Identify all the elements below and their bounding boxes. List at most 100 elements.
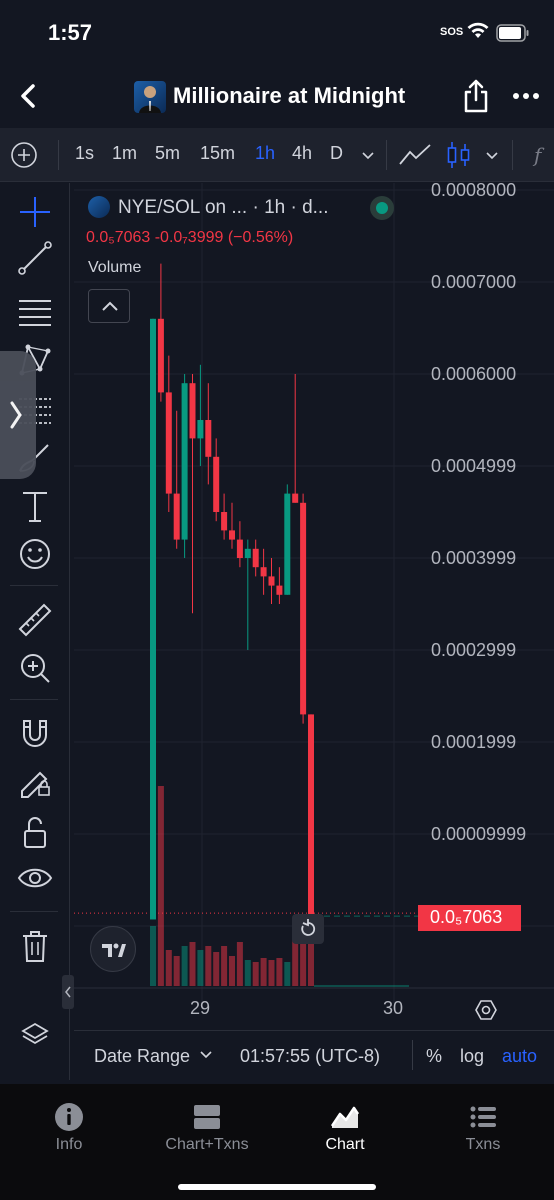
candle-body[interactable] — [308, 714, 314, 920]
tab-chart-txns[interactable]: Chart+Txns — [138, 1084, 276, 1164]
candle-body[interactable] — [173, 493, 180, 540]
ruler-icon[interactable] — [14, 599, 56, 641]
candle-body[interactable] — [260, 567, 267, 577]
candle-body[interactable] — [165, 392, 172, 494]
timeframe-1s[interactable]: 1s — [75, 143, 94, 164]
tradingview-logo[interactable] — [90, 926, 136, 972]
chevron-left-icon[interactable] — [14, 80, 44, 112]
chevron-left-icon — [65, 986, 71, 998]
volume-bar — [252, 962, 259, 986]
volume-bar — [197, 950, 204, 986]
unlock-icon[interactable] — [14, 811, 56, 853]
timeframe-1h[interactable]: 1h — [255, 143, 275, 164]
candle-body[interactable] — [284, 493, 291, 595]
toolbar-divider — [10, 911, 58, 912]
candle-body[interactable] — [244, 548, 251, 558]
ellipsis-icon[interactable] — [510, 84, 542, 108]
candle-body[interactable] — [300, 502, 307, 715]
reset-icon — [301, 919, 316, 936]
candlestick-chart[interactable] — [74, 183, 554, 1080]
text-tool-icon[interactable] — [14, 485, 56, 527]
magnet-icon[interactable] — [14, 713, 56, 755]
volume-bar — [165, 950, 172, 986]
toolbar-collapse-handle[interactable] — [62, 975, 74, 1009]
chart-clock[interactable]: 01:57:55 (UTC-8) — [240, 1046, 380, 1067]
chevron-right-icon — [10, 401, 22, 429]
layers-icon[interactable] — [20, 1020, 50, 1050]
candle-body[interactable] — [157, 318, 164, 393]
drawing-panel-toggle[interactable] — [0, 351, 36, 479]
svg-text:f: f — [532, 143, 545, 167]
date-range-label: Date Range — [94, 1046, 191, 1066]
chevron-down-icon — [200, 1051, 212, 1059]
market-status-icon[interactable] — [370, 196, 394, 220]
crosshair-icon[interactable] — [14, 191, 56, 233]
indicators-icon[interactable]: f — [530, 140, 554, 170]
line-chart-type-icon[interactable] — [398, 140, 432, 170]
timeframe-1m[interactable]: 1m — [112, 143, 137, 164]
candle-body[interactable] — [236, 539, 243, 558]
timeframe-5m[interactable]: 5m — [155, 143, 180, 164]
date-range-button[interactable]: Date Range — [94, 1046, 213, 1067]
horizontal-lines-icon[interactable] — [14, 291, 56, 333]
tab-label: Info — [55, 1136, 83, 1153]
list-icon — [470, 1106, 496, 1128]
trend-line-icon[interactable] — [14, 237, 56, 279]
chevron-down-icon[interactable] — [485, 148, 499, 162]
candle-body[interactable] — [221, 512, 228, 531]
time-scale-label: 30 — [383, 998, 404, 1018]
settings-icon[interactable] — [474, 998, 498, 1022]
home-indicator — [178, 1184, 376, 1190]
chart-toolbar: 1s 1m 5m 15m 1h 4h D f — [0, 128, 554, 182]
tab-txns[interactable]: Txns — [414, 1084, 552, 1164]
candle-body[interactable] — [252, 548, 259, 568]
candlestick-chart-type-icon[interactable] — [446, 140, 472, 170]
candle-body[interactable] — [229, 530, 235, 540]
candle-body[interactable] — [276, 585, 283, 595]
tab-info[interactable]: Info — [0, 1084, 138, 1164]
reset-chart-button[interactable] — [292, 914, 324, 944]
share-icon[interactable] — [460, 78, 492, 114]
volume-bar — [213, 952, 220, 986]
candle-body[interactable] — [189, 383, 196, 439]
chevron-down-icon[interactable] — [361, 148, 375, 162]
auto-scale-toggle[interactable]: auto — [502, 1046, 537, 1067]
token-avatar — [134, 81, 166, 113]
timeframe-15m[interactable]: 15m — [200, 143, 235, 164]
candle-body[interactable] — [292, 493, 299, 503]
eye-icon[interactable] — [14, 857, 56, 899]
legend-ohlc: 0.0₅7063 -0.0₇3999 (−0.56%) — [86, 229, 294, 246]
candle-body[interactable] — [150, 318, 156, 920]
tab-chart[interactable]: Chart — [276, 1084, 414, 1164]
candle-body[interactable] — [205, 420, 212, 457]
legend-symbol-title[interactable]: NYE/SOL on ... · 1h · d... — [118, 197, 329, 219]
timeframe-4h[interactable]: 4h — [292, 143, 312, 164]
volume-bar — [260, 958, 267, 986]
log-scale-toggle[interactable]: log — [460, 1046, 484, 1067]
volume-indicator-label[interactable]: Volume — [88, 259, 141, 277]
toolbar-divider — [58, 140, 59, 170]
battery-icon — [496, 24, 529, 42]
candle-body[interactable] — [181, 383, 188, 540]
zoom-in-icon[interactable] — [14, 647, 56, 689]
split-view-icon — [194, 1105, 220, 1129]
candle-body[interactable] — [197, 420, 204, 439]
percent-scale-toggle[interactable]: % — [426, 1046, 442, 1067]
legend-collapse-button[interactable] — [88, 289, 130, 323]
candle-body[interactable] — [268, 576, 275, 586]
last-price-tag: 0.0₅7063 — [418, 905, 521, 931]
emoji-icon[interactable] — [14, 533, 56, 575]
volume-bar — [244, 960, 251, 986]
timeframe-d[interactable]: D — [330, 143, 343, 164]
price-scale-label: 0.0003999 — [431, 548, 517, 568]
drawing-toolbar — [0, 183, 70, 1080]
price-scale-label: 0.0007000 — [431, 272, 517, 292]
lock-drawing-icon[interactable] — [14, 761, 56, 803]
app-header: Millionaire at Midnight — [0, 64, 554, 128]
trash-icon[interactable] — [14, 925, 56, 967]
candle-body[interactable] — [213, 456, 220, 512]
tradingview-logo-icon — [102, 943, 126, 957]
chart-pane[interactable] — [74, 183, 554, 1080]
volume-bar — [308, 942, 314, 986]
add-symbol-icon[interactable] — [10, 141, 38, 169]
